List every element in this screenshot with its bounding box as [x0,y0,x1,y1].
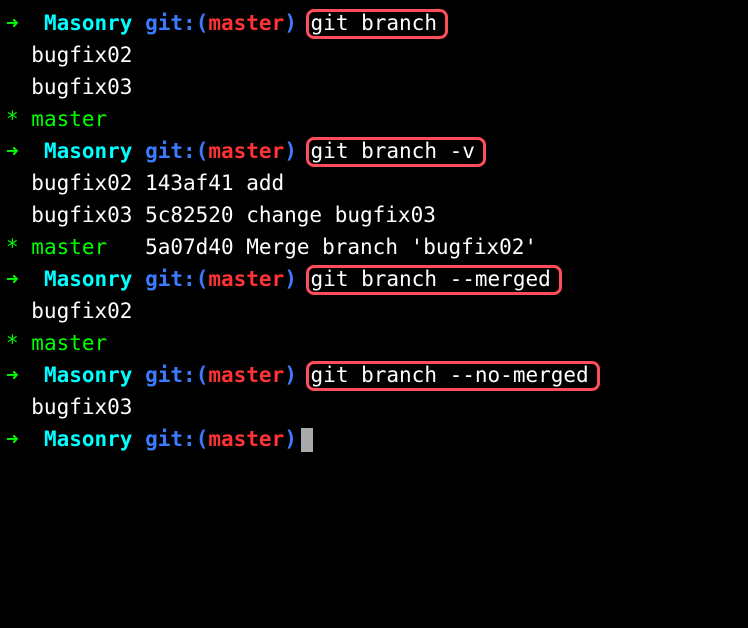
arrow-icon: ➜ [6,264,19,296]
git-label: git: [145,264,196,296]
paren-close: ) [284,8,297,40]
directory-name: Masonry [44,360,133,392]
git-label: git: [145,424,196,456]
prompt-line-1: ➜ Masonry git:(master) git branch [6,8,742,40]
paren-open: ( [196,360,209,392]
output-text: bugfix03 5c82520 change bugfix03 [6,200,436,232]
output-line: bugfix02 143af41 add [6,168,742,200]
output-line: bugfix03 5c82520 change bugfix03 [6,200,742,232]
paren-open: ( [196,8,209,40]
current-branch: master [19,104,108,136]
branch-name: master [208,360,284,392]
output-line: bugfix02 [6,40,742,72]
arrow-icon: ➜ [6,8,19,40]
highlight-box-1: git branch [306,9,448,39]
paren-close: ) [284,424,297,456]
output-line: * master [6,104,742,136]
prompt-line-4: ➜ Masonry git:(master) git branch --no-m… [6,360,742,392]
output-text: bugfix02 [6,296,132,328]
highlight-box-3: git branch --merged [306,265,562,295]
star-marker: * [6,104,19,136]
paren-close: ) [284,136,297,168]
output-text: bugfix03 [6,72,132,104]
output-text: bugfix02 [6,40,132,72]
paren-close: ) [284,264,297,296]
arrow-icon: ➜ [6,136,19,168]
git-label: git: [145,8,196,40]
cursor-icon[interactable] [301,428,313,452]
paren-close: ) [284,360,297,392]
branch-name: master [208,264,284,296]
prompt-line-3: ➜ Masonry git:(master) git branch --merg… [6,264,742,296]
command-4: git branch --no-merged [311,360,589,392]
star-marker: * [6,232,19,264]
star-marker: * [6,328,19,360]
command-3: git branch --merged [311,264,551,296]
branch-name: master [208,424,284,456]
highlight-box-2: git branch -v [306,137,486,167]
prompt-line-2: ➜ Masonry git:(master) git branch -v [6,136,742,168]
paren-open: ( [196,136,209,168]
output-line: bugfix03 [6,392,742,424]
git-label: git: [145,360,196,392]
directory-name: Masonry [44,264,133,296]
directory-name: Masonry [44,8,133,40]
output-text: bugfix02 143af41 add [6,168,284,200]
paren-open: ( [196,424,209,456]
output-line: bugfix02 [6,296,742,328]
output-text: 5a07d40 Merge branch 'bugfix02' [132,232,537,264]
directory-name: Masonry [44,136,133,168]
command-1: git branch [311,8,437,40]
arrow-icon: ➜ [6,424,19,456]
directory-name: Masonry [44,424,133,456]
paren-open: ( [196,264,209,296]
output-line: * master 5a07d40 Merge branch 'bugfix02' [6,232,742,264]
branch-name: master [208,8,284,40]
current-branch: master [19,328,108,360]
current-branch: master [19,232,133,264]
arrow-icon: ➜ [6,360,19,392]
highlight-box-4: git branch --no-merged [306,361,600,391]
command-2: git branch -v [311,136,475,168]
prompt-line-5[interactable]: ➜ Masonry git:(master) [6,424,742,456]
output-line: bugfix03 [6,72,742,104]
output-line: * master [6,328,742,360]
branch-name: master [208,136,284,168]
git-label: git: [145,136,196,168]
output-text: bugfix03 [6,392,132,424]
